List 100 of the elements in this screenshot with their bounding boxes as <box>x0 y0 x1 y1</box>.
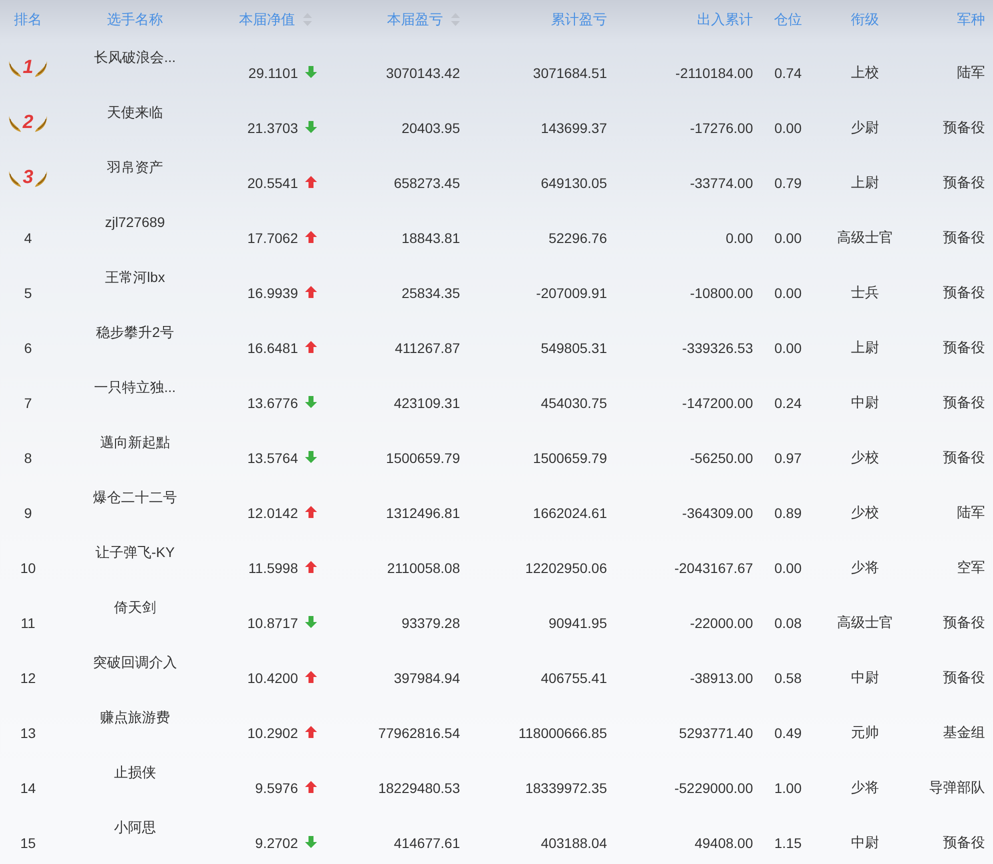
player-name: 让子弹飞-KY <box>94 543 176 562</box>
table-cell-text: 预备役 <box>942 392 986 412</box>
table-cell-text: 0.49 <box>773 724 803 740</box>
rank-number: 11 <box>20 614 36 630</box>
rank-number: 3 <box>22 166 34 188</box>
table-cell-text: 16.6481 <box>246 338 299 356</box>
table-cell-text: 649130.05 <box>540 174 607 190</box>
table-cell-text: 29.1101 <box>247 64 299 80</box>
table-cell-text: 预备役 <box>942 832 986 852</box>
column-header: 排名 <box>13 10 43 28</box>
sort-icon[interactable] <box>451 13 460 26</box>
table-cell-text: 1500659.79 <box>532 448 607 466</box>
table-cell-text: 预备役 <box>942 668 986 686</box>
table-cell-text: 元帅 <box>850 722 880 742</box>
table-cell-text: 士兵 <box>850 282 880 302</box>
rank-number: 8 <box>23 448 33 466</box>
player-name: 止损侠 <box>113 763 157 782</box>
table-cell-text: 20403.95 <box>400 118 460 136</box>
table-cell-text: 0.24 <box>773 394 803 410</box>
column-header: 军种 <box>956 10 986 28</box>
table-cell-text: 0.00 <box>773 338 803 356</box>
player-name: 王常河lbx <box>104 268 166 287</box>
table-cell-text: 411267.87 <box>394 338 460 356</box>
table-cell-text: 预备役 <box>942 338 986 356</box>
rank-number: 4 <box>23 228 33 246</box>
table-cell-text: 454030.75 <box>540 394 607 410</box>
player-name: zjl727689 <box>104 213 166 230</box>
table-cell-text: 少校 <box>850 448 880 466</box>
table-cell-text: -56250.00 <box>688 448 753 466</box>
table-cell-text: 3071684.51 <box>532 64 607 80</box>
rank-number: 15 <box>19 834 37 850</box>
table-cell-text: 13.5764 <box>246 448 299 466</box>
table-cell-text: 中尉 <box>850 392 880 412</box>
player-name: 倚天剑 <box>113 598 157 617</box>
rank-number: 1 <box>22 56 34 78</box>
table-cell-text: 2110058.08 <box>386 558 460 576</box>
table-cell-text: 414677.61 <box>392 834 460 850</box>
rank-number: 6 <box>23 338 33 356</box>
column-header: 选手名称 <box>106 10 164 28</box>
column-header[interactable]: 本届盈亏 <box>334 10 460 28</box>
table-cell-text: -364309.00 <box>681 504 753 520</box>
table-cell-text: 预备役 <box>942 118 986 136</box>
table-cell-text: 77962816.54 <box>377 724 460 740</box>
rank-number: 5 <box>23 284 33 300</box>
table-cell-text: 13.6776 <box>246 394 299 410</box>
sort-icon[interactable] <box>303 13 312 26</box>
table-cell-text: 52296.76 <box>548 228 607 246</box>
table-cell-text: 少将 <box>850 558 880 576</box>
table-cell-text: 陆军 <box>956 62 986 82</box>
table-cell-text: 423109.31 <box>392 394 460 410</box>
table-cell-text: 3070143.42 <box>385 64 460 80</box>
column-header: 仓位 <box>773 10 803 28</box>
table-cell-text: 1662024.61 <box>532 504 607 520</box>
column-header: 衔级 <box>850 10 880 28</box>
table-cell-text: 预备役 <box>942 172 986 192</box>
table-cell-text: 0.00 <box>724 228 753 246</box>
table-cell-text: 118000666.85 <box>518 724 607 740</box>
table-cell-text: 20.5541 <box>246 174 299 190</box>
table-cell-text: 0.08 <box>773 614 803 630</box>
table-cell-text: 5293771.40 <box>678 724 753 740</box>
table-cell-text: 0.89 <box>773 504 803 520</box>
table-cell-text: 143699.37 <box>540 118 607 136</box>
table-cell-text: -17276.00 <box>688 118 753 136</box>
table-cell-text: 21.3703 <box>246 118 299 136</box>
table-cell-text: 10.2902 <box>246 724 299 740</box>
table-cell-text: 0.00 <box>773 284 803 300</box>
table-cell-text: 10.8717 <box>246 614 299 630</box>
table-cell-text: -339326.53 <box>681 338 753 356</box>
rank-number: 2 <box>22 112 34 134</box>
table-cell-text: 少将 <box>850 778 880 796</box>
player-name: 赚点旅游费 <box>99 708 171 727</box>
table-cell-text: 17.7062 <box>246 228 299 246</box>
column-header: 出入累计 <box>696 10 753 28</box>
table-cell-text: 空军 <box>956 558 986 576</box>
player-name: 稳步攀升2号 <box>95 323 175 342</box>
table-cell-text: -33774.00 <box>688 174 753 190</box>
table-cell-text: 9.5976 <box>254 778 299 796</box>
player-name: 爆仓二十二号 <box>92 488 178 507</box>
rank-number: 9 <box>23 504 33 520</box>
table-cell-text: 上尉 <box>850 338 880 356</box>
table-cell-text: 397984.94 <box>392 668 460 686</box>
player-name: 天使来临 <box>106 103 164 122</box>
table-cell-text: 93379.28 <box>400 614 460 630</box>
table-cell-text: 高级士官 <box>836 612 894 632</box>
table-cell-text: 少尉 <box>850 118 880 136</box>
table-cell-text: -2043167.67 <box>673 558 753 576</box>
table-cell-text: 预备役 <box>942 228 986 246</box>
column-header[interactable]: 本届净值 <box>214 10 334 28</box>
table-cell-text: -10800.00 <box>688 284 753 300</box>
rank-number: 12 <box>19 668 37 686</box>
table-cell-text: 403188.04 <box>540 834 607 850</box>
table-cell-text: 高级士官 <box>836 228 894 246</box>
player-name: 邁向新起點 <box>99 433 171 452</box>
table-cell-text: 陆军 <box>956 502 986 522</box>
column-header: 累计盈亏 <box>550 10 607 28</box>
table-cell-text: -147200.00 <box>681 394 753 410</box>
table-cell-text: 预备役 <box>942 612 986 632</box>
player-name: 长风破浪会... <box>93 48 177 67</box>
table-cell-text: 0.58 <box>773 668 803 686</box>
table-cell-text: 上校 <box>850 62 880 82</box>
